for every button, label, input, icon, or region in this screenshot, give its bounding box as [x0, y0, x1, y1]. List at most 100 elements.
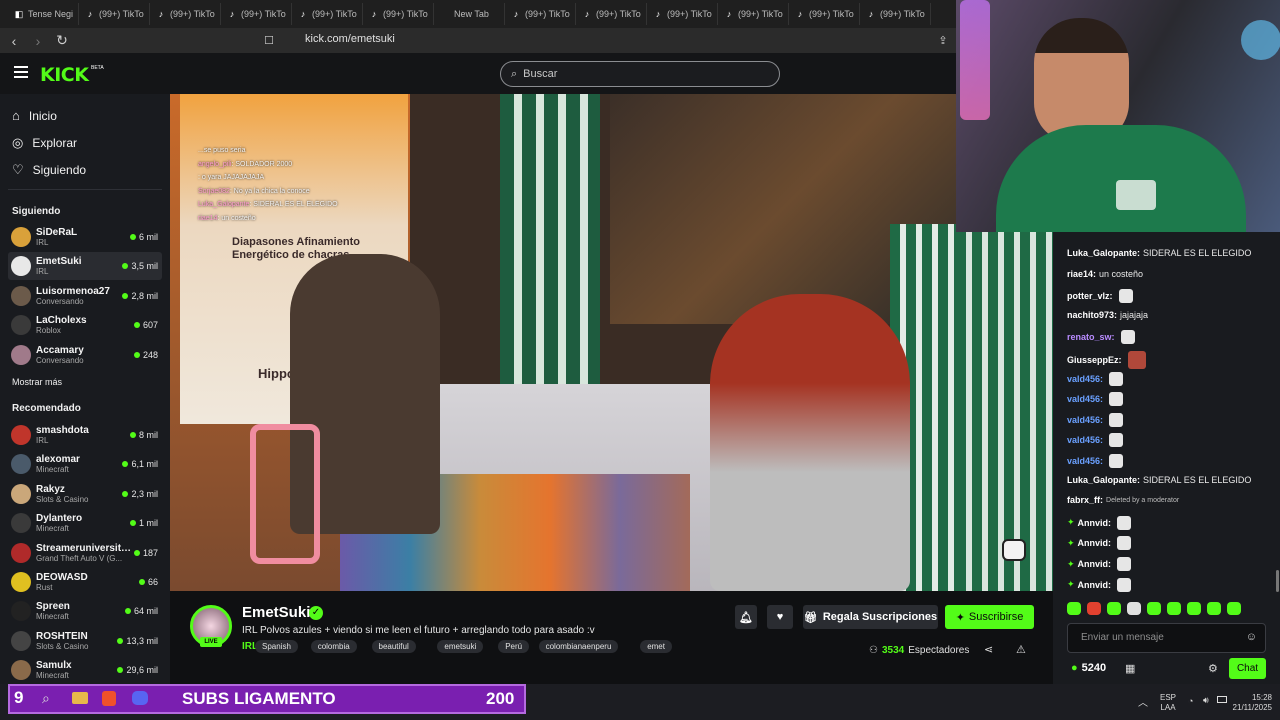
- emote-icon[interactable]: [1127, 602, 1141, 615]
- chat-username[interactable]: fabrx_ff:: [1067, 495, 1103, 505]
- browser-tab[interactable]: ♪ (99+) TikTo: [292, 3, 363, 25]
- channel-item[interactable]: ROSHTEIN Slots & Casino 13,3 mil: [8, 627, 162, 655]
- channel-item[interactable]: DEOWASD Rust 66: [8, 568, 162, 596]
- browser-tab[interactable]: New Tab: [434, 3, 505, 25]
- emote-icon[interactable]: [1067, 602, 1081, 615]
- volume-icon[interactable]: 🔊︎: [1203, 695, 1209, 706]
- stream-tag[interactable]: colombianaenperu: [538, 640, 619, 653]
- chat-username[interactable]: vald456:: [1067, 435, 1103, 445]
- report-icon[interactable]: ⚠: [1016, 643, 1026, 656]
- clock[interactable]: 15:28 21/11/2025: [1222, 693, 1272, 713]
- search-input[interactable]: ⌕ Buscar: [500, 61, 780, 87]
- chat-username[interactable]: Annvid:: [1078, 538, 1112, 548]
- gift-subs-button[interactable]: 🎁︎ Regala Suscripciones: [803, 605, 938, 629]
- chat-username[interactable]: Annvid:: [1078, 518, 1112, 528]
- wifi-icon[interactable]: ◔: [1188, 696, 1193, 706]
- stream-tag[interactable]: emetsuki: [437, 640, 484, 653]
- chat-send-button[interactable]: Chat: [1229, 658, 1266, 679]
- browser-tab[interactable]: ♪ (99+) TikTo: [79, 3, 150, 25]
- folder-icon[interactable]: [72, 692, 88, 704]
- emote-icon[interactable]: [1107, 602, 1121, 615]
- chat-username[interactable]: potter_vlz:: [1067, 291, 1113, 301]
- stream-tag[interactable]: beautiful: [371, 640, 416, 653]
- kick-logo[interactable]: KICK: [40, 64, 89, 86]
- channel-item[interactable]: alexomar Minecraft 6,1 mil: [8, 450, 162, 478]
- reload-icon[interactable]: ↻: [52, 31, 72, 51]
- points-display[interactable]: ● 5240: [1071, 662, 1106, 674]
- channel-item[interactable]: smashdota IRL 8 mil: [8, 421, 162, 449]
- streamer-name[interactable]: EmetSuki: [242, 604, 310, 621]
- channel-item[interactable]: Accamary Conversando 248: [8, 341, 162, 369]
- stream-tag[interactable]: Spanish: [255, 640, 298, 653]
- chat-username[interactable]: Luka_Galopante:: [1067, 475, 1140, 485]
- browser-tab[interactable]: ♪ (99+) TikTo: [860, 3, 931, 25]
- sidebar-nav-siguiendo[interactable]: ♡ Siguiendo: [12, 162, 86, 178]
- avatar: [11, 425, 31, 445]
- browser-tab[interactable]: ♪ (99+) TikTo: [363, 3, 434, 25]
- channel-item[interactable]: Samulx Minecraft 29,6 mil: [8, 656, 162, 684]
- chat-username[interactable]: vald456:: [1067, 374, 1103, 384]
- chat-username[interactable]: nachito973:: [1067, 310, 1117, 320]
- menu-icon[interactable]: [14, 66, 28, 78]
- discord-icon[interactable]: [132, 691, 148, 705]
- share-stream-icon[interactable]: ⋖: [984, 643, 993, 656]
- chat-username[interactable]: Luka_Galopante:: [1067, 248, 1140, 258]
- sidebar-nav-explorar[interactable]: ◎ Explorar: [12, 135, 77, 151]
- browser-tab[interactable]: ♪ (99+) TikTo: [505, 3, 576, 25]
- bookmark-icon[interactable]: ☐: [259, 30, 279, 50]
- tray-chevron-icon[interactable]: ︿: [1138, 694, 1148, 709]
- search-taskbar-icon[interactable]: ⌕: [42, 690, 50, 707]
- emote-icon[interactable]: [1147, 602, 1161, 615]
- channel-item[interactable]: Spreen Minecraft 64 mil: [8, 597, 162, 625]
- emote-icon[interactable]: [1087, 602, 1101, 615]
- chat-username[interactable]: Annvid:: [1078, 559, 1112, 569]
- chat-username[interactable]: riae14:: [1067, 269, 1096, 279]
- show-more-link[interactable]: Mostrar más: [12, 377, 62, 387]
- stream-tag[interactable]: colombia: [310, 640, 357, 653]
- browser-tab[interactable]: ♪ (99+) TikTo: [647, 3, 718, 25]
- chat-username[interactable]: GiusseppEz:: [1067, 355, 1122, 365]
- url-field[interactable]: kick.com/emetsuki: [305, 33, 395, 45]
- browser-address-bar: ‹ › ↻ ☐ kick.com/emetsuki ⇪: [0, 28, 956, 53]
- emoji-icon[interactable]: ☺: [1246, 631, 1257, 643]
- subscribe-button[interactable]: ✦ Suscribirse: [945, 605, 1034, 629]
- browser-tab[interactable]: ♪ (99+) TikTo: [221, 3, 292, 25]
- emote-icon[interactable]: [1227, 602, 1241, 615]
- keyboard-lang[interactable]: ESP LAA: [1160, 693, 1176, 713]
- browser-tab[interactable]: ♪ (99+) TikTo: [150, 3, 221, 25]
- back-icon[interactable]: ‹: [4, 31, 24, 51]
- channel-item[interactable]: LaCholexs Roblox 607: [8, 311, 162, 339]
- browser-tab[interactable]: ♪ (99+) TikTo: [576, 3, 647, 25]
- store-icon[interactable]: ▦: [1125, 662, 1135, 675]
- channel-item[interactable]: SiDeRaL IRL 6 mil: [8, 223, 162, 251]
- chat-username[interactable]: Annvid:: [1078, 580, 1112, 590]
- channel-item[interactable]: Rakyz Slots & Casino 2,3 mil: [8, 480, 162, 508]
- chat-scrollbar[interactable]: [1276, 570, 1279, 592]
- settings-icon[interactable]: ⚙: [1208, 662, 1218, 675]
- emote-icon[interactable]: [1207, 602, 1221, 615]
- emote-icon[interactable]: [1167, 602, 1181, 615]
- browser-tab[interactable]: ◧ Tense Negi: [8, 3, 79, 25]
- chat-input[interactable]: Enviar un mensaje ☺: [1067, 623, 1266, 653]
- chat-username[interactable]: vald456:: [1067, 394, 1103, 404]
- brave-icon[interactable]: [102, 691, 116, 706]
- forward-icon[interactable]: ›: [28, 31, 48, 51]
- chat-username[interactable]: vald456:: [1067, 456, 1103, 466]
- channel-item[interactable]: Streameruniversita... Grand Theft Auto V …: [8, 539, 162, 567]
- overlay-chat-line: : o yara JAJAJAJAJA: [198, 171, 398, 185]
- notification-bell-button[interactable]: 🔔︎: [735, 605, 757, 629]
- follow-heart-button[interactable]: ♥: [767, 605, 793, 629]
- channel-item[interactable]: Luisormenoa27 Conversando 2,8 mil: [8, 282, 162, 310]
- emote-icon[interactable]: [1187, 602, 1201, 615]
- chat-username[interactable]: renato_sw:: [1067, 332, 1115, 342]
- share-icon[interactable]: ⇪: [933, 30, 953, 50]
- channel-item[interactable]: Dylantero Minecraft 1 mil: [8, 509, 162, 537]
- browser-tab[interactable]: ♪ (99+) TikTo: [718, 3, 789, 25]
- channel-item[interactable]: EmetSuki IRL 3,5 mil: [8, 252, 162, 281]
- stream-tag[interactable]: Perú: [498, 640, 530, 653]
- browser-tab[interactable]: ♪ (99+) TikTo: [789, 3, 860, 25]
- stream-tag[interactable]: emet: [640, 640, 672, 653]
- chat-username[interactable]: vald456:: [1067, 415, 1103, 425]
- video-player[interactable]: Diapasones Afinamiento Energético de cha…: [170, 94, 956, 591]
- sidebar-nav-inicio[interactable]: ⌂ Inicio: [12, 108, 57, 123]
